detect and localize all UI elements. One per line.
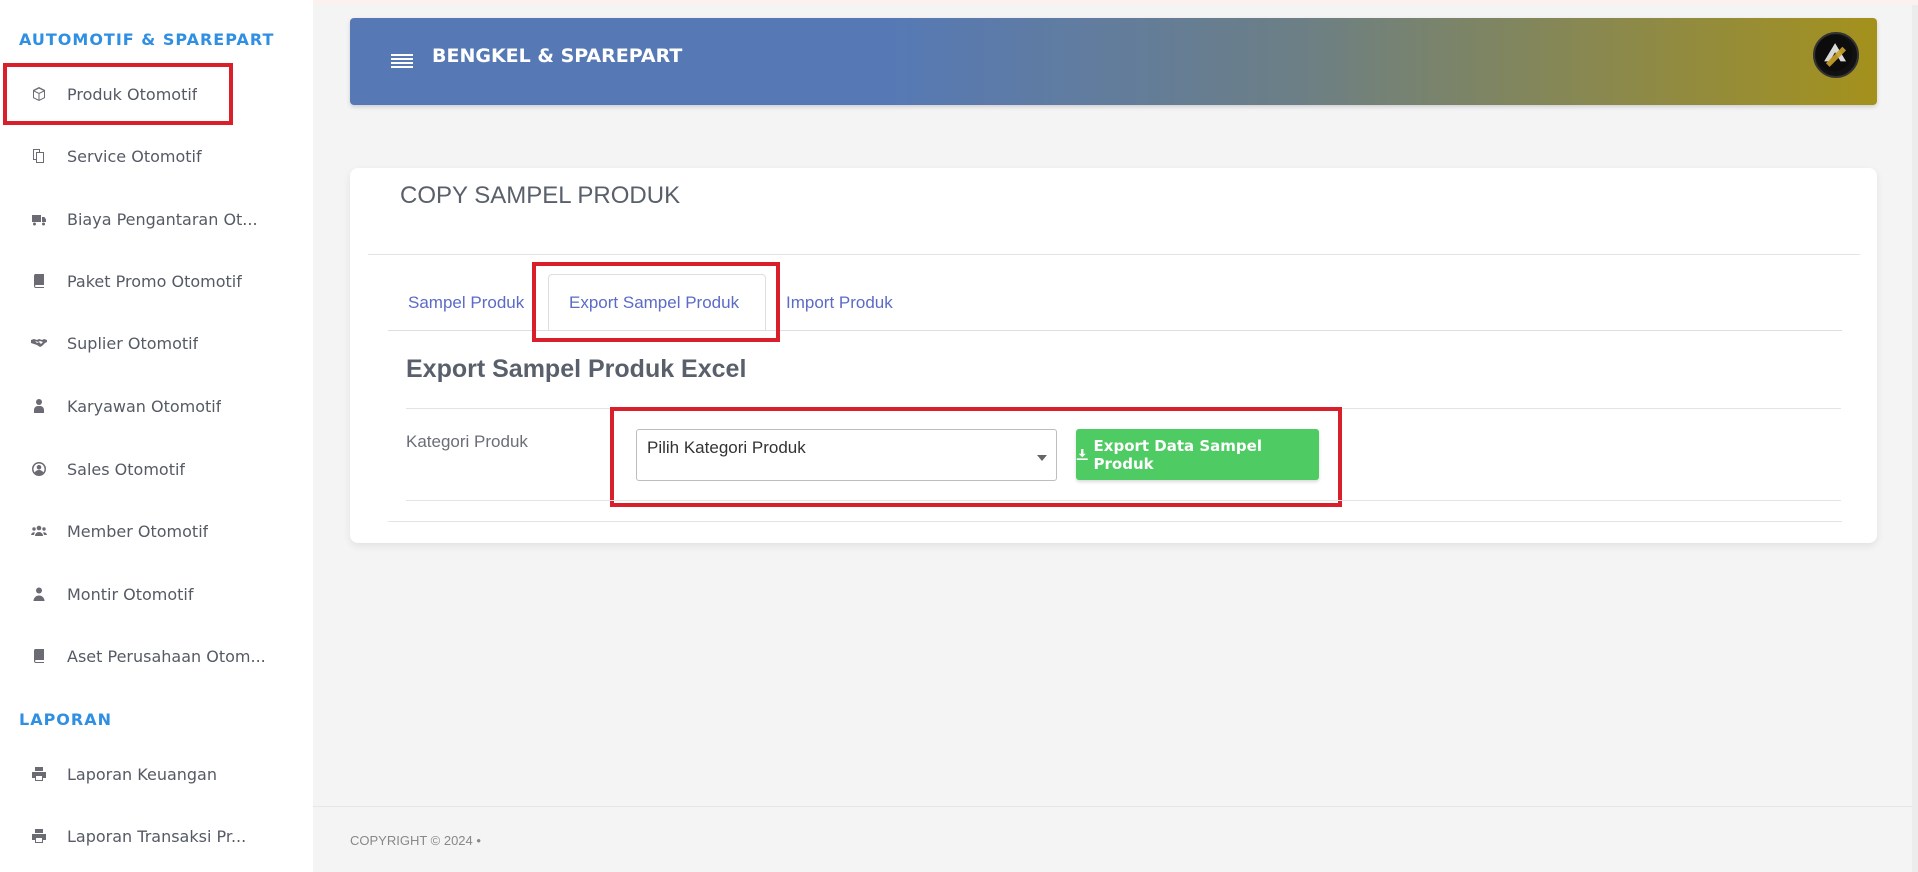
tab-import-produk[interactable]: Import Produk <box>786 274 893 331</box>
tab-sampel-produk[interactable]: Sampel Produk <box>408 274 524 331</box>
highlight-box <box>3 63 233 125</box>
user-icon <box>29 584 49 604</box>
sidebar-item-laporan-keuangan[interactable]: Laporan Keuangan <box>0 749 313 799</box>
sidebar-item-label: Karyawan Otomotif <box>67 396 222 416</box>
handshake-icon <box>29 333 49 353</box>
highlight-box <box>532 262 780 342</box>
footer: COPYRIGHT © 2024 • <box>313 806 1918 872</box>
highlight-box <box>610 407 1342 507</box>
truck-icon <box>29 209 49 229</box>
users-icon <box>29 521 49 541</box>
top-header: BENGKEL & SPAREPART <box>350 18 1877 105</box>
sidebar-item-label: Service Otomotif <box>67 146 202 166</box>
print-icon <box>29 764 49 784</box>
sidebar-item-service-otomotif[interactable]: Service Otomotif <box>0 131 313 181</box>
sidebar-section-report: LAPORAN <box>19 710 112 729</box>
sidebar-item-label: Suplier Otomotif <box>67 333 199 353</box>
copy-icon <box>29 146 49 166</box>
sidebar-item-label: Member Otomotif <box>67 521 209 541</box>
sidebar-item-laporan-transaksi[interactable]: Laporan Transaksi Pr... <box>0 811 313 861</box>
sidebar-item-label: Paket Promo Otomotif <box>67 271 242 291</box>
user-tie-icon <box>29 396 49 416</box>
sidebar-item-label: Montir Otomotif <box>67 584 194 604</box>
divider <box>388 521 1842 522</box>
sidebar-item-label: Sales Otomotif <box>67 459 186 479</box>
sidebar-section-automotive: AUTOMOTIF & SPAREPART <box>19 30 275 49</box>
page-title: COPY SAMPEL PRODUK <box>400 182 681 209</box>
main-card: COPY SAMPEL PRODUK Sampel Produk Export … <box>350 168 1877 543</box>
scrollbar[interactable] <box>1912 5 1918 872</box>
divider <box>368 254 1860 255</box>
sidebar-item-suplier[interactable]: Suplier Otomotif <box>0 318 313 368</box>
copyright-text: COPYRIGHT © 2024 • <box>350 833 481 848</box>
book-icon <box>29 646 49 666</box>
logo-avatar-icon[interactable] <box>1813 32 1859 78</box>
sidebar-item-montir[interactable]: Montir Otomotif <box>0 569 313 619</box>
sidebar-item-paket-promo[interactable]: Paket Promo Otomotif <box>0 256 313 306</box>
sidebar-item-label: Laporan Keuangan <box>67 764 217 784</box>
sidebar-item-biaya-pengantaran[interactable]: Biaya Pengantaran Ot... <box>0 194 313 244</box>
sidebar-item-member[interactable]: Member Otomotif <box>0 506 313 556</box>
book-icon <box>29 271 49 291</box>
sidebar-item-label: Laporan Transaksi Pr... <box>67 826 247 846</box>
user-circle-icon <box>29 459 49 479</box>
sidebar-item-sales[interactable]: Sales Otomotif <box>0 444 313 494</box>
sidebar: AUTOMOTIF & SPAREPART Produk Otomotif Se… <box>0 0 313 872</box>
brand-title: BENGKEL & SPAREPART <box>432 45 683 67</box>
sidebar-item-label: Aset Perusahaan Otom... <box>67 646 266 666</box>
sidebar-item-label: Biaya Pengantaran Ot... <box>67 209 258 229</box>
section-title: Export Sampel Produk Excel <box>406 355 747 383</box>
sidebar-item-aset-perusahaan[interactable]: Aset Perusahaan Otom... <box>0 631 313 681</box>
kategori-produk-label: Kategori Produk <box>406 432 528 451</box>
hamburger-icon[interactable] <box>391 54 413 72</box>
sidebar-item-karyawan[interactable]: Karyawan Otomotif <box>0 381 313 431</box>
print-icon <box>29 826 49 846</box>
divider <box>406 500 1841 501</box>
